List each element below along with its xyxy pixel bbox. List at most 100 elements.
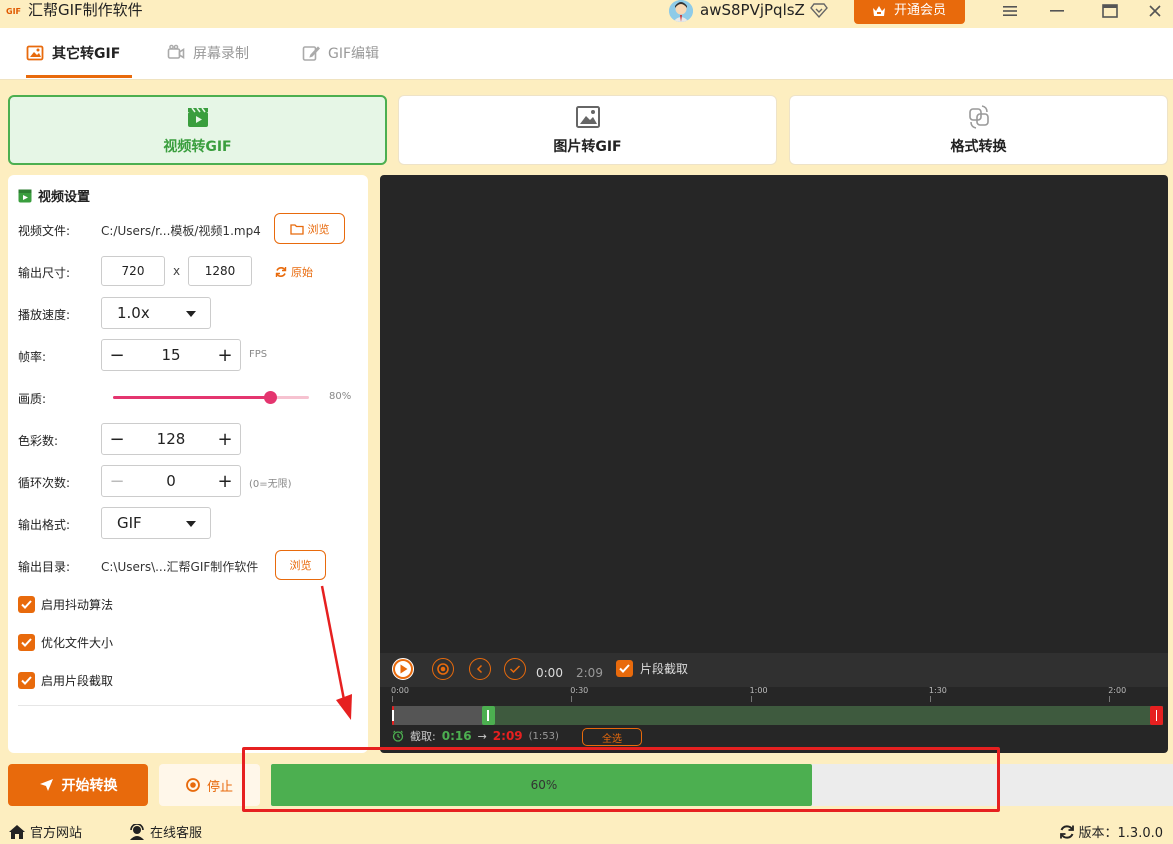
online-support-link[interactable]: 在线客服 [128, 822, 202, 841]
browse-video-button[interactable]: 浏览 [274, 213, 345, 244]
format-value: GIF [117, 514, 142, 532]
quality-slider-thumb[interactable] [263, 391, 277, 404]
caret-down-icon [186, 521, 196, 527]
video-preview: 0:00 2:09 片段截取 0:00 0:30 1:00 1:30 2:00 截取: … [380, 175, 1168, 753]
clip-end-handle[interactable] [1150, 706, 1163, 725]
chevron-left-icon [476, 664, 483, 674]
format-select[interactable]: GIF [101, 507, 211, 539]
image-convert-icon [26, 45, 44, 61]
tab-screen-record[interactable]: 屏幕录制 [167, 28, 249, 78]
ruler-tick [1109, 696, 1111, 702]
progress-text: 60% [530, 778, 558, 792]
tab-label: 屏幕录制 [193, 46, 249, 62]
checkbox-label: 优化文件大小 [41, 636, 114, 650]
loop-label: 循环次数: [18, 476, 71, 490]
video-settings-panel: 视频设置 视频文件: C:/Users/r...模板/视频1.mp4 浏览 输出… [8, 175, 368, 753]
user-avatar[interactable] [669, 0, 693, 22]
send-icon [39, 779, 53, 791]
loop-plus-button[interactable]: + [210, 466, 240, 496]
maximize-button[interactable] [1095, 0, 1125, 22]
picture-icon [575, 106, 600, 128]
mode-label: 格式转换 [950, 139, 1007, 155]
times-sign: x [173, 264, 181, 278]
minimize-button[interactable] [1042, 0, 1072, 22]
checkbox-checked-icon[interactable] [18, 634, 35, 651]
fps-stepper[interactable]: − 15 + [101, 339, 241, 371]
play-button[interactable] [392, 658, 414, 680]
previous-button[interactable] [469, 658, 491, 680]
fps-label: 帧率: [18, 350, 47, 364]
colors-minus-button[interactable]: − [102, 424, 132, 454]
quality-slider-fill [113, 396, 270, 399]
clip-checkbox[interactable]: 片段截取 [616, 660, 688, 677]
loop-stepper[interactable]: − 0 + [101, 465, 241, 497]
official-website-link[interactable]: 官方网站 [8, 822, 82, 841]
fps-unit: FPS [249, 349, 268, 360]
mode-video-to-gif[interactable]: 视频转GIF [8, 95, 387, 165]
refresh-icon [275, 267, 287, 277]
stop-circle-icon [186, 778, 200, 792]
player-controls-bar [380, 653, 1168, 687]
speed-value: 1.0x [117, 304, 150, 322]
stop-button[interactable]: 停止 [159, 764, 260, 806]
mode-image-to-gif[interactable]: 图片转GIF [398, 95, 777, 165]
select-all-button[interactable]: 全选 [582, 728, 642, 746]
menu-button[interactable] [995, 0, 1025, 22]
website-label: 官方网站 [30, 826, 83, 841]
original-size-button[interactable]: 原始 [275, 264, 313, 280]
open-vip-button[interactable]: 开通会员 [854, 0, 965, 24]
clip-duration: (1:53) [528, 730, 559, 742]
convert-icon [968, 105, 989, 129]
clip-label: 片段截取 [640, 662, 689, 676]
dither-checkbox[interactable]: 启用抖动算法 [18, 596, 113, 613]
close-icon [1149, 5, 1161, 17]
start-label: 开始转换 [61, 778, 118, 794]
checkbox-checked-icon[interactable] [18, 596, 35, 613]
check-icon [509, 665, 521, 674]
alarm-clock-icon [392, 730, 404, 742]
checkbox-checked-icon[interactable] [18, 672, 35, 689]
record-stop-icon [437, 663, 449, 675]
ruler-label: 1:30 [928, 686, 947, 695]
fps-minus-button[interactable]: − [102, 340, 132, 370]
tab-gif-edit[interactable]: GIF编辑 [302, 28, 379, 78]
ruler-label: 2:00 [1108, 686, 1127, 695]
fps-value[interactable]: 15 [132, 346, 210, 364]
colors-stepper[interactable]: − 128 + [101, 423, 241, 455]
close-button[interactable] [1140, 0, 1170, 22]
video-clapper-icon [187, 107, 208, 127]
video-icon [18, 189, 32, 202]
mode-format-convert[interactable]: 格式转换 [789, 95, 1168, 165]
ruler-tick [929, 696, 931, 702]
start-convert-button[interactable]: 开始转换 [8, 764, 148, 806]
ruler-label: 0:00 [391, 686, 409, 695]
ruler-label: 1:00 [749, 686, 768, 695]
ruler-tick [750, 696, 752, 702]
quality-slider[interactable] [113, 391, 309, 404]
fps-plus-button[interactable]: + [210, 340, 240, 370]
loop-value[interactable]: 0 [132, 472, 210, 490]
home-icon [9, 824, 25, 839]
width-input[interactable]: 720 [101, 256, 165, 286]
stop-playback-button[interactable] [432, 658, 454, 680]
tab-label: 其它转GIF [52, 46, 121, 62]
ruler-tick [571, 696, 573, 702]
colors-value[interactable]: 128 [132, 430, 210, 448]
tab-other-to-gif[interactable]: 其它转GIF [26, 28, 133, 78]
confirm-button[interactable] [504, 658, 526, 680]
conversion-progress-bar: 60% [271, 764, 1173, 806]
colors-plus-button[interactable]: + [210, 424, 240, 454]
height-input[interactable]: 1280 [188, 256, 252, 286]
speed-select[interactable]: 1.0x [101, 297, 211, 329]
open-vip-label: 开通会员 [894, 3, 947, 18]
browse-output-button[interactable]: 浏览 [275, 550, 326, 580]
version-info: 版本：1.3.0.0 [1059, 822, 1163, 841]
app-logo: GIF [6, 7, 22, 16]
headset-icon [130, 823, 144, 840]
checkbox-checked-icon[interactable] [616, 660, 633, 677]
loop-minus-button[interactable]: − [102, 466, 132, 496]
clip-start-handle[interactable] [481, 706, 495, 725]
optimize-size-checkbox[interactable]: 优化文件大小 [18, 634, 113, 651]
clip-enable-checkbox[interactable]: 启用片段截取 [18, 672, 113, 689]
timeline-track[interactable] [392, 706, 1163, 725]
